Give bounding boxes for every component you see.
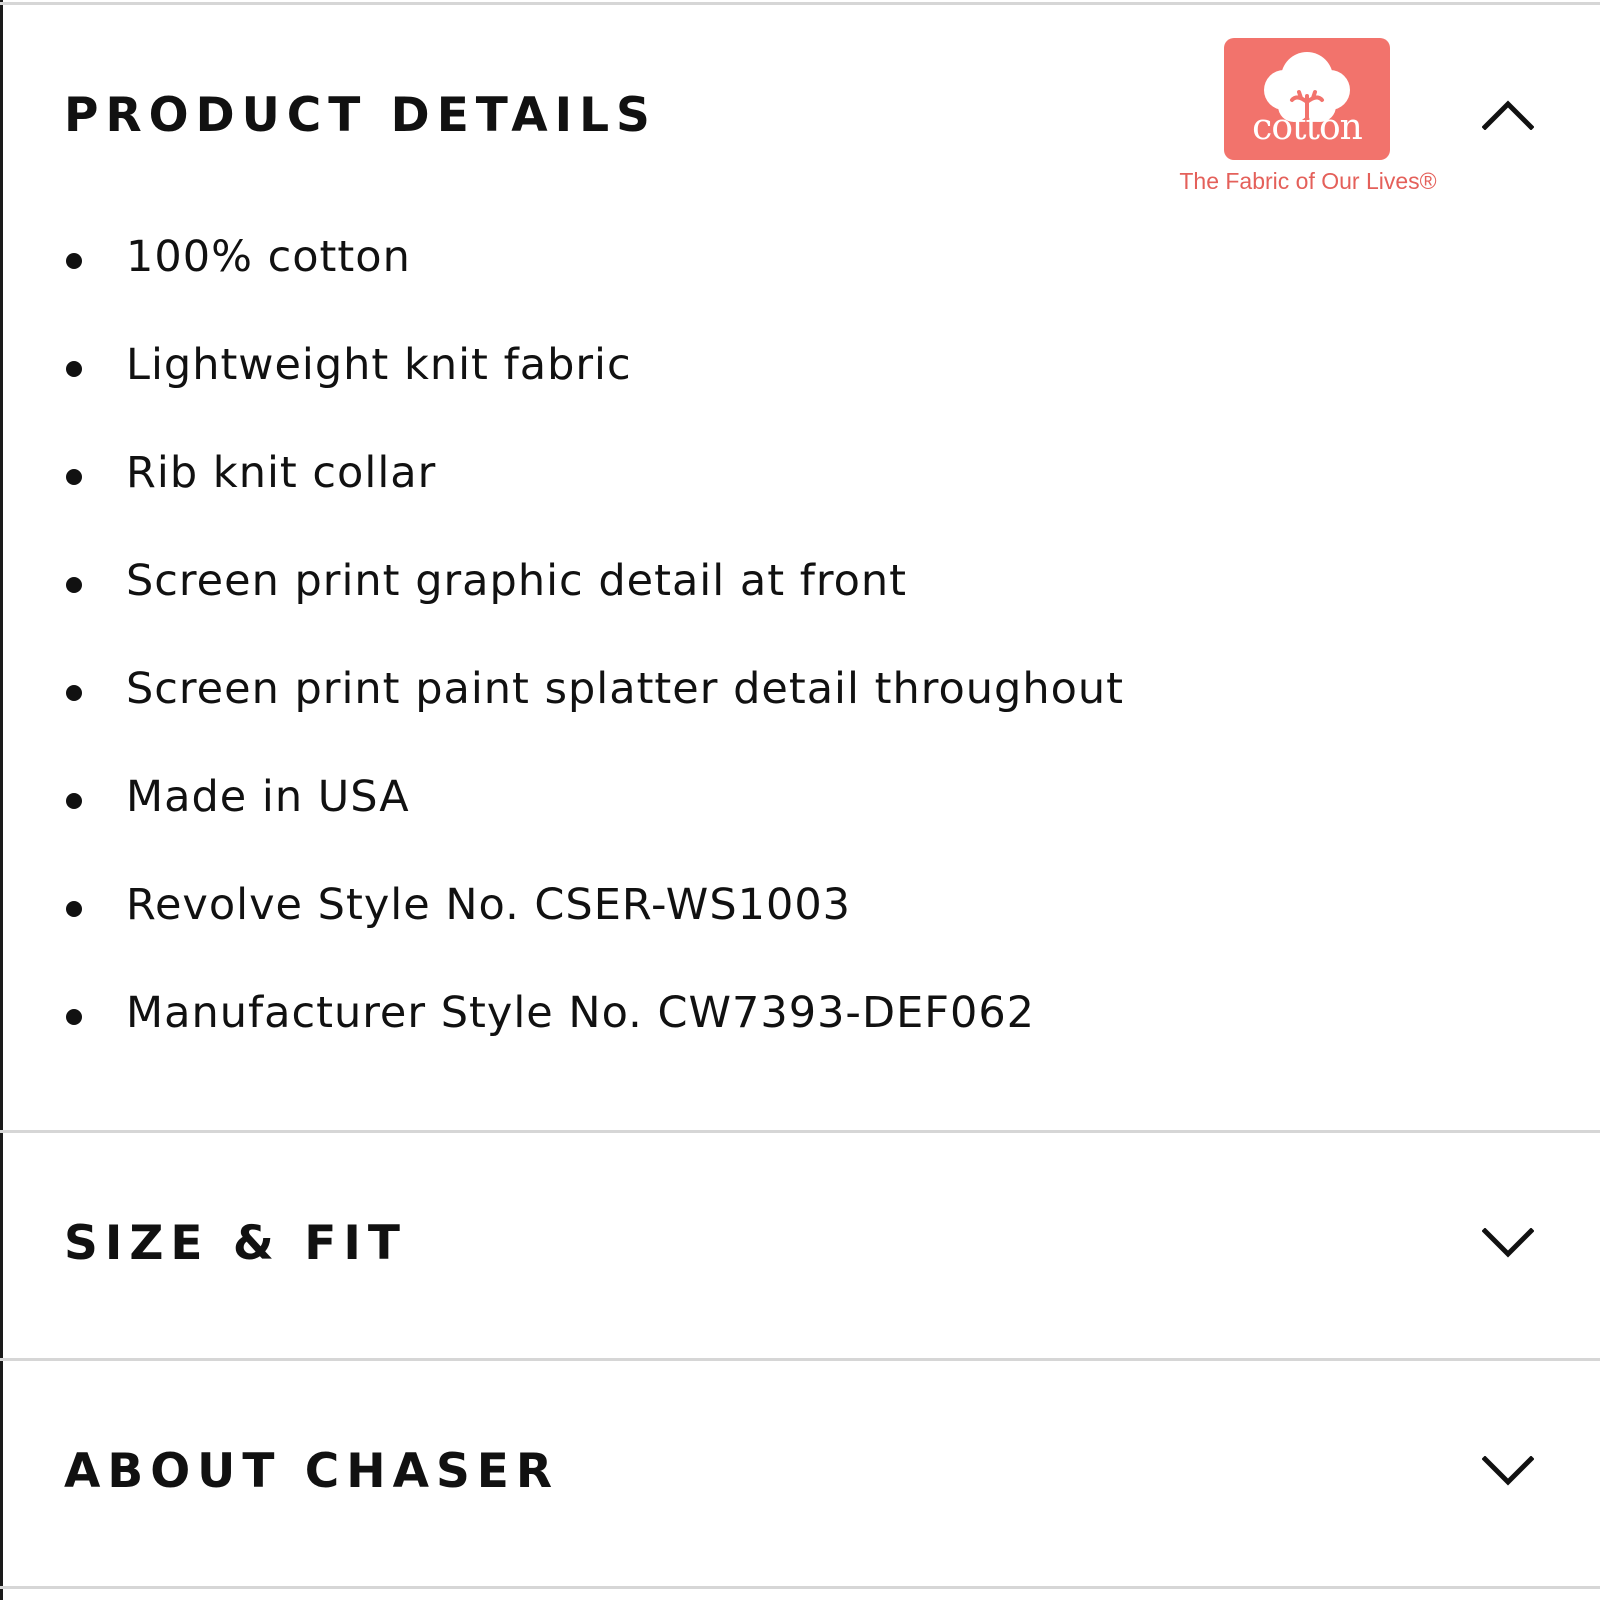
list-item: Rib knit collar [60,452,1124,560]
bullet-icon [66,577,82,593]
list-item: 100% cotton [60,236,1124,344]
list-item: Screen print graphic detail at front [60,560,1124,668]
list-item: Made in USA [60,776,1124,884]
bullet-icon [66,685,82,701]
detail-text: Lightweight knit fabric [126,340,632,390]
bullet-icon [66,361,82,377]
list-item: Manufacturer Style No. CW7393-DEF062 [60,992,1124,1100]
product-details-list: 100% cotton Lightweight knit fabric Rib … [60,236,1124,1100]
size-fit-heading[interactable]: SIZE & FIT [64,1220,407,1267]
detail-text: Revolve Style No. CSER-WS1003 [126,880,852,930]
cotton-logo: cotton The Fabric of Our Lives® [1168,36,1448,206]
bullet-icon [66,469,82,485]
section-divider [0,1586,1600,1589]
section-divider [0,1130,1600,1133]
bullet-icon [66,253,82,269]
collapse-product-details-button[interactable] [1482,100,1534,130]
detail-text: Screen print graphic detail at front [126,556,908,606]
detail-text: Manufacturer Style No. CW7393-DEF062 [126,988,1036,1038]
expand-size-fit-button[interactable] [1482,1228,1534,1258]
bullet-icon [66,1009,82,1025]
cotton-tagline: The Fabric of Our Lives® [1179,168,1437,194]
section-divider [0,1358,1600,1361]
top-divider [0,2,1600,5]
bullet-icon [66,901,82,917]
chevron-up-icon [1482,100,1534,130]
chevron-down-icon [1482,1456,1534,1486]
cotton-logo-badge: cotton [1224,38,1390,160]
list-item: Lightweight knit fabric [60,344,1124,452]
detail-text: Rib knit collar [126,448,437,498]
list-item: Revolve Style No. CSER-WS1003 [60,884,1124,992]
expand-about-brand-button[interactable] [1482,1456,1534,1486]
chevron-down-icon [1482,1228,1534,1258]
detail-text: 100% cotton [126,232,411,282]
detail-text: Made in USA [126,772,410,822]
list-item: Screen print paint splatter detail throu… [60,668,1124,776]
cotton-wordmark: cotton [1252,107,1363,148]
detail-text: Screen print paint splatter detail throu… [126,664,1124,714]
about-brand-heading[interactable]: ABOUT CHASER [64,1448,559,1495]
bullet-icon [66,793,82,809]
product-details-heading[interactable]: PRODUCT DETAILS [64,92,657,139]
